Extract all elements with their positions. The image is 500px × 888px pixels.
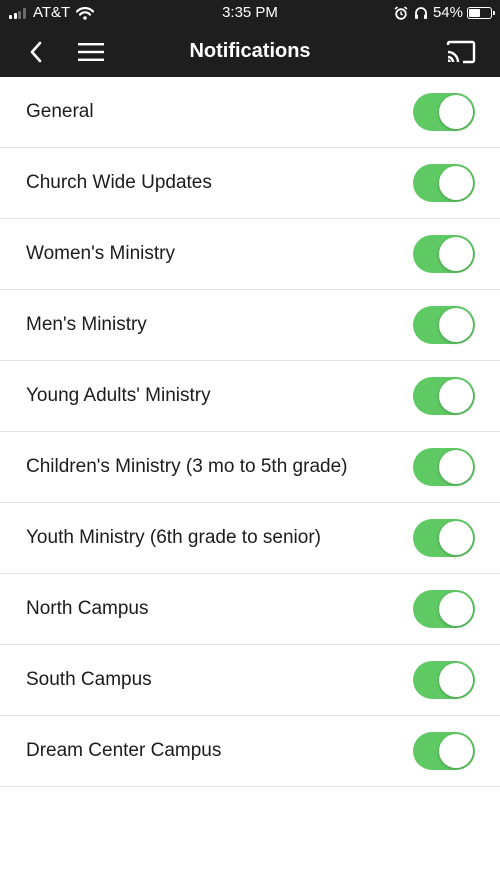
notification-label: South Campus (26, 669, 152, 690)
notification-toggle[interactable] (413, 590, 475, 628)
notification-label: Men's Ministry (26, 314, 147, 335)
notification-label: General (26, 101, 94, 122)
page-title: Notifications (189, 40, 311, 62)
list-item: North Campus (0, 574, 500, 645)
notification-toggle[interactable] (413, 519, 475, 557)
cast-button[interactable] (444, 26, 478, 77)
status-right: 54% (394, 4, 495, 21)
toggle-knob (439, 521, 473, 555)
list-item: Children's Ministry (3 mo to 5th grade) (0, 432, 500, 503)
notification-label: Youth Ministry (6th grade to senior) (26, 527, 322, 548)
toggle-knob (439, 166, 473, 200)
notification-settings-list: General Church Wide Updates Women's Mini… (0, 77, 500, 787)
toggle-knob (439, 308, 473, 342)
notification-toggle[interactable] (413, 377, 475, 415)
list-item: Men's Ministry (0, 290, 500, 361)
notification-toggle[interactable] (413, 661, 475, 699)
list-item: Dream Center Campus (0, 716, 500, 787)
notification-label: Church Wide Updates (26, 172, 212, 193)
notification-toggle[interactable] (413, 448, 475, 486)
toggle-knob (439, 734, 473, 768)
notification-label: Children's Ministry (3 mo to 5th grade) (26, 456, 348, 477)
headphones-icon (414, 6, 427, 19)
notification-toggle[interactable] (413, 93, 475, 131)
list-item: General (0, 77, 500, 148)
status-bar: AT&T 3:35 PM 54% (0, 0, 500, 26)
toggle-knob (439, 379, 473, 413)
notification-label: Young Adults' Ministry (26, 385, 211, 406)
notification-label: Women's Ministry (26, 243, 175, 264)
notification-toggle[interactable] (413, 732, 475, 770)
battery-icon (467, 6, 495, 19)
list-item: Church Wide Updates (0, 148, 500, 219)
list-item: Youth Ministry (6th grade to senior) (0, 503, 500, 574)
battery-percent: 54% (432, 4, 463, 21)
toggle-knob (439, 95, 473, 129)
list-item: Women's Ministry (0, 219, 500, 290)
notification-toggle[interactable] (413, 306, 475, 344)
list-item: Young Adults' Ministry (0, 361, 500, 432)
toggle-knob (439, 663, 473, 697)
battery-level-fill (469, 8, 481, 17)
toggle-knob (439, 237, 473, 271)
alarm-icon (394, 5, 408, 20)
notification-toggle[interactable] (413, 164, 475, 202)
notification-label: Dream Center Campus (26, 740, 222, 761)
toggle-knob (439, 592, 473, 626)
toggle-knob (439, 450, 473, 484)
list-item: South Campus (0, 645, 500, 716)
notification-label: North Campus (26, 598, 149, 619)
cast-icon (446, 40, 476, 63)
notification-toggle[interactable] (413, 235, 475, 273)
nav-bar: Notifications (0, 26, 500, 77)
